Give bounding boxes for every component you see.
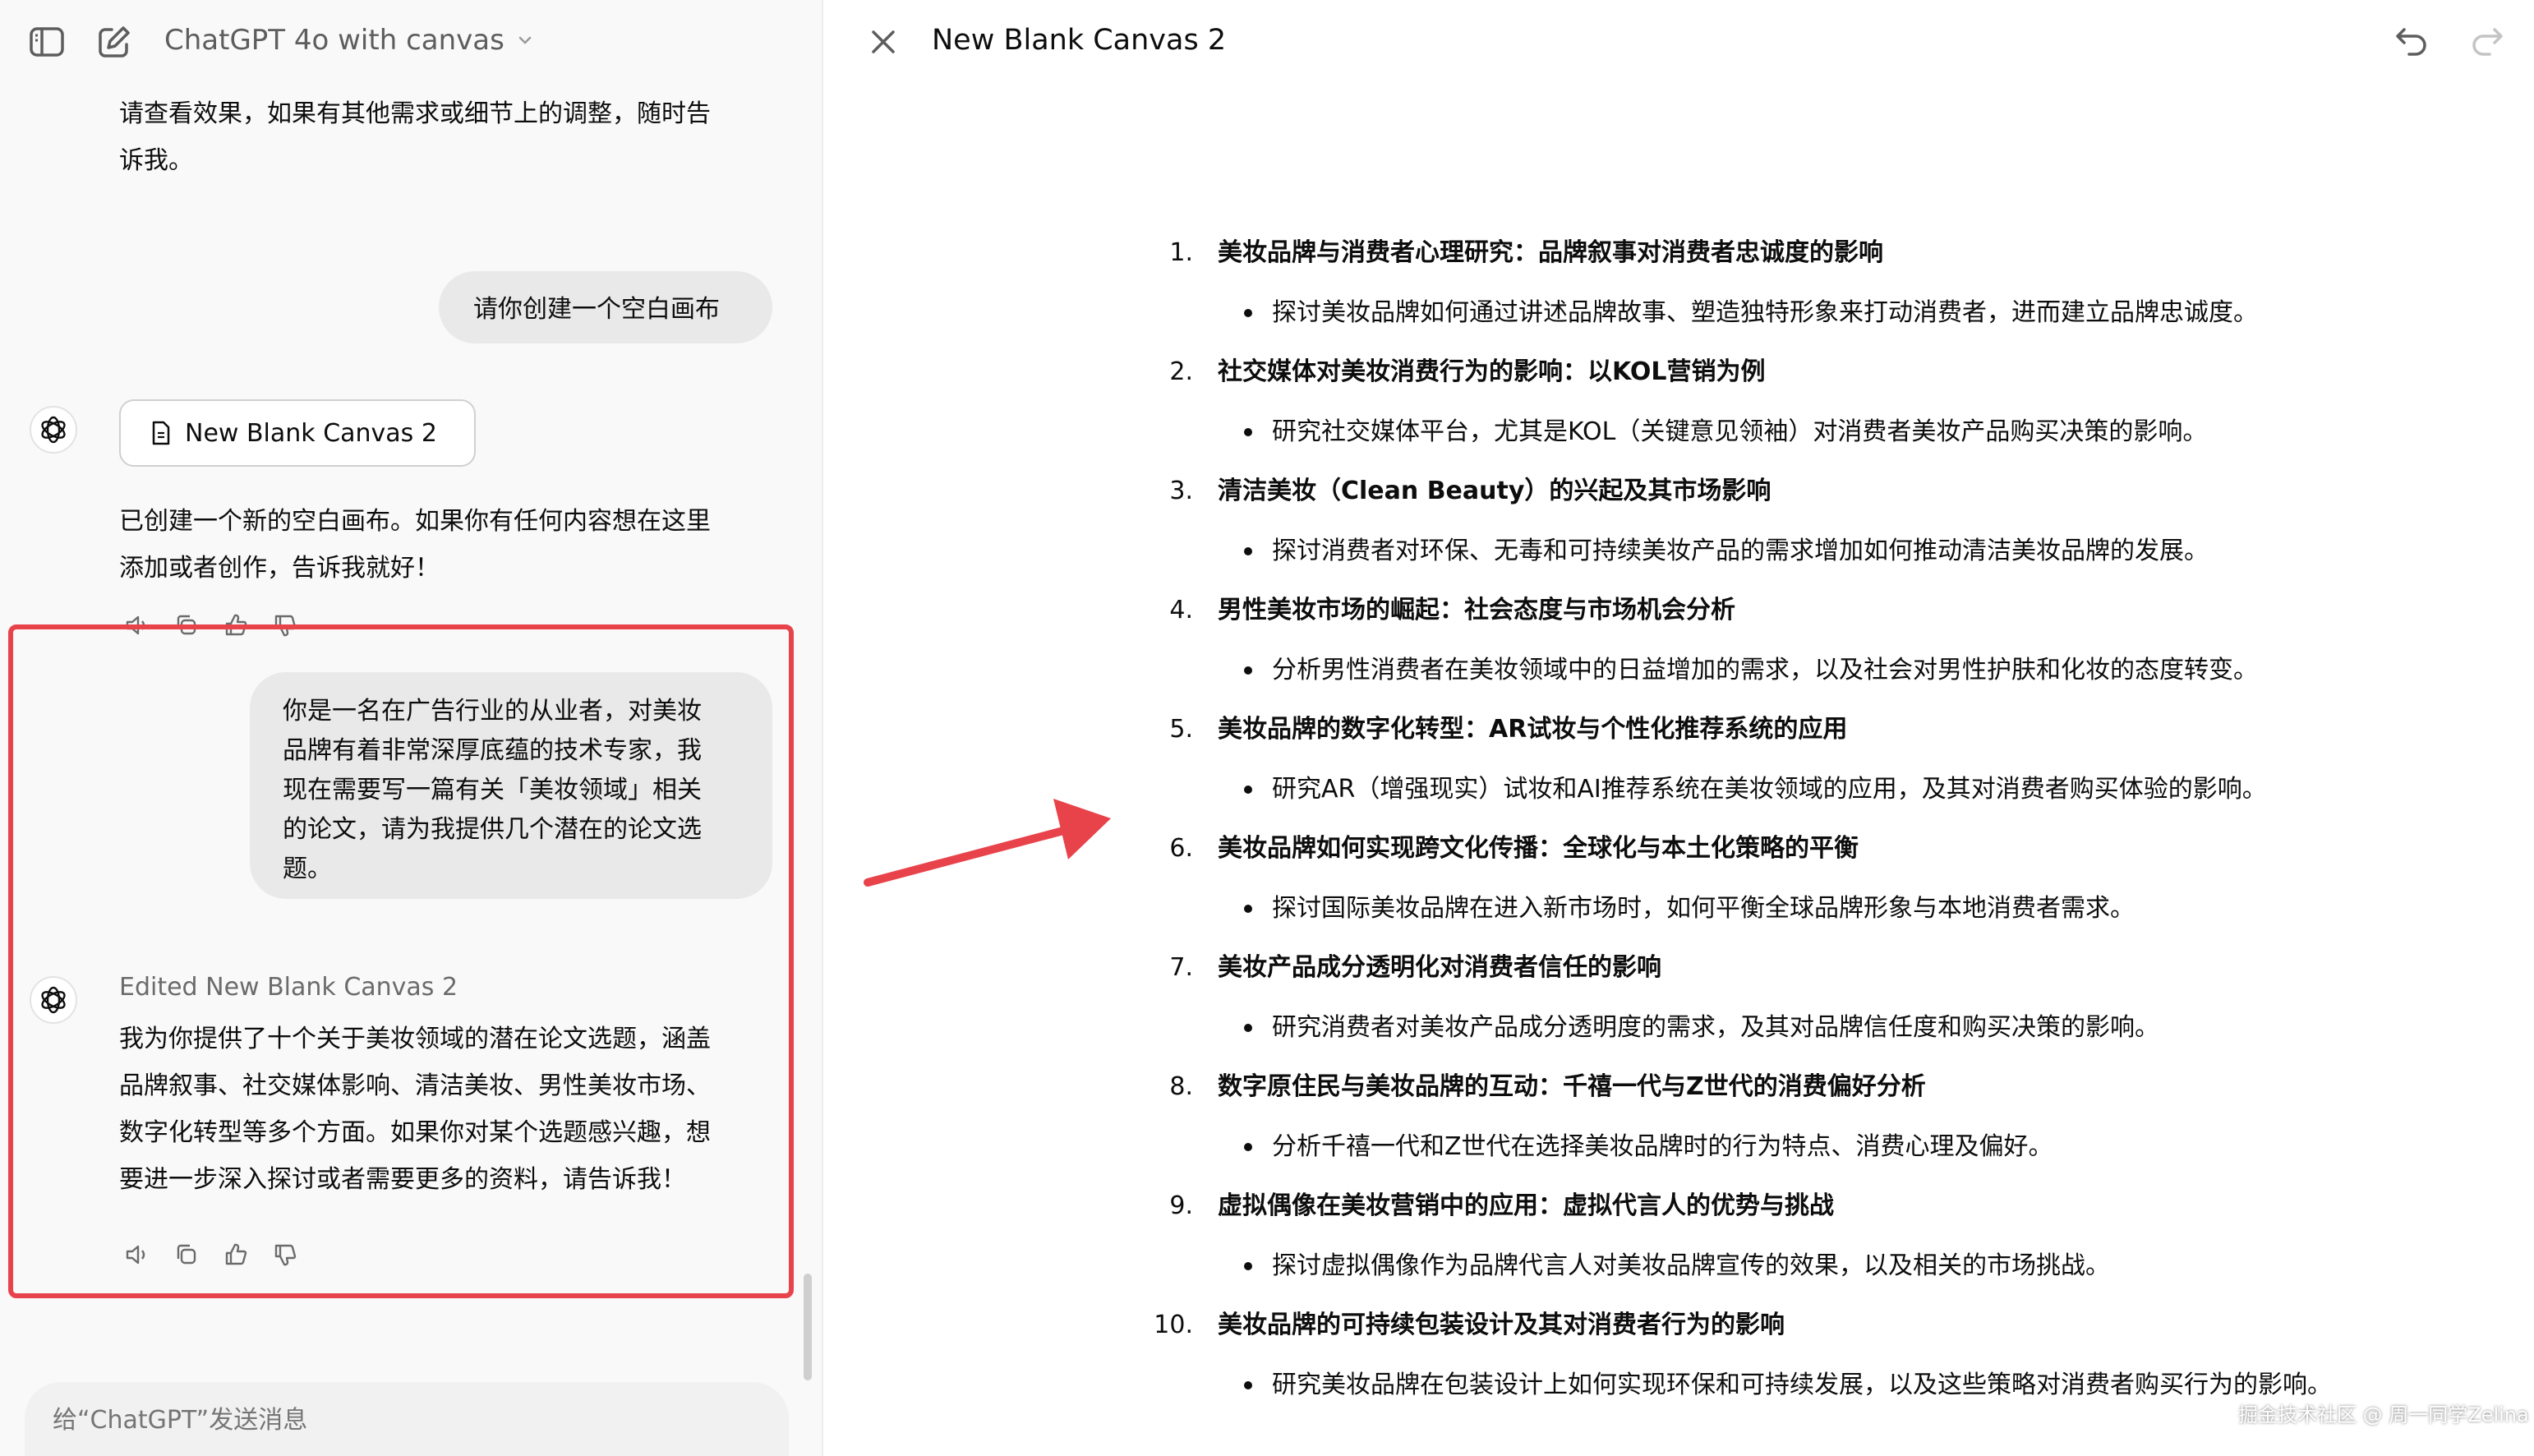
copy-icon[interactable]: [171, 1239, 202, 1270]
undo-icon: [2396, 28, 2426, 56]
topic-number: 7.: [1169, 953, 1193, 982]
topic-title[interactable]: 数字原住民与美妆品牌的互动：千禧一代与Z世代的消费偏好分析: [1218, 1069, 1926, 1105]
topic-description[interactable]: 探讨虚拟偶像作为品牌代言人对美妆品牌宣传的效果，以及相关的市场挑战。: [1272, 1248, 2110, 1284]
topic-description[interactable]: 探讨美妆品牌如何通过讲述品牌故事、塑造独特形象来打动消费者，进而建立品牌忠诚度。: [1272, 295, 2258, 331]
message-line: 已创建一个新的空白画布。如果你有任何内容想在这里: [119, 507, 711, 536]
message-line: 数字化转型等多个方面。如果你对某个选题感兴趣，想: [119, 1118, 711, 1147]
read-aloud-icon[interactable]: [122, 1239, 153, 1270]
topic-number: 8.: [1169, 1072, 1193, 1101]
user-message-text: 请你创建一个空白画布: [473, 295, 720, 324]
bullet-dot: [1244, 428, 1252, 436]
close-canvas-button[interactable]: [864, 23, 902, 61]
assistant-message: 请查看效果，如果有其他需求或细节上的调整，随时告 诉我。: [119, 90, 776, 184]
topic-description[interactable]: 研究美妆品牌在包装设计上如何实现环保和可持续发展，以及这些策略对消费者购买行为的…: [1272, 1367, 2332, 1403]
topic-title[interactable]: 社交媒体对美妆消费行为的影响：以KOL营销为例: [1218, 354, 1766, 390]
message-line: 要进一步深入探讨或者需要更多的资料，请告诉我！: [119, 1165, 686, 1194]
assistant-message: 已创建一个新的空白画布。如果你有任何内容想在这里 添加或者创作，告诉我就好！: [119, 498, 793, 592]
message-line: 诉我。: [119, 146, 193, 175]
chat-scrollbar[interactable]: [804, 1274, 812, 1380]
model-selector[interactable]: ChatGPT 4o with canvas: [164, 21, 534, 59]
topic-title[interactable]: 虚拟偶像在美妆营销中的应用：虚拟代言人的优势与挑战: [1218, 1188, 1834, 1224]
chatgpt-avatar-icon: [30, 976, 77, 1024]
topic-title[interactable]: 美妆产品成分透明化对消费者信任的影响: [1218, 950, 1661, 986]
topic-number: 10.: [1154, 1311, 1193, 1339]
canvas-title: New Blank Canvas 2: [932, 24, 1227, 57]
topic-title[interactable]: 清洁美妆（Clean Beauty）的兴起及其市场影响: [1218, 473, 1771, 509]
message-actions: [122, 1239, 301, 1270]
topic-number: 6.: [1169, 834, 1193, 863]
bullet-dot: [1244, 1381, 1252, 1389]
bullet-dot: [1244, 547, 1252, 555]
undo-button[interactable]: [2393, 21, 2432, 61]
topic-title[interactable]: 美妆品牌与消费者心理研究：品牌叙事对消费者忠诚度的影响: [1218, 235, 1883, 271]
close-icon: [872, 30, 895, 53]
redo-icon: [2472, 28, 2503, 56]
user-message-bubble: 请你创建一个空白画布: [439, 271, 772, 343]
watermark-text: 掘金技术社区 @ 周一同学Zelina: [2238, 1403, 2529, 1426]
topic-title[interactable]: 男性美妆市场的崛起：社会态度与市场机会分析: [1218, 592, 1735, 629]
topic-number: 9.: [1169, 1191, 1193, 1220]
sidebar-toggle-icon[interactable]: [28, 23, 66, 61]
topic-description[interactable]: 研究AR（增强现实）试妆和AI推荐系统在美妆领域的应用，及其对消费者购买体验的影…: [1272, 772, 2267, 808]
topic-description[interactable]: 分析千禧一代和Z世代在选择美妆品牌时的行为特点、消费心理及偏好。: [1272, 1129, 2053, 1165]
message-line: 题。: [283, 855, 332, 883]
bullet-dot: [1244, 1024, 1252, 1032]
message-line: 我为你提供了十个关于美妆领域的潜在论文选题，涵盖: [119, 1025, 711, 1053]
topic-number: 5.: [1169, 715, 1193, 744]
topic-title[interactable]: 美妆品牌的可持续包装设计及其对消费者行为的影响: [1218, 1307, 1785, 1343]
bullet-dot: [1244, 1262, 1252, 1270]
chat-panel: ChatGPT 4o with canvas 请查看效果，如果有其他需求或细节上…: [0, 0, 822, 1456]
bullet-dot: [1244, 905, 1252, 913]
topic-title[interactable]: 美妆品牌的数字化转型：AR试妆与个性化推荐系统的应用: [1218, 712, 1847, 748]
message-line: 添加或者创作，告诉我就好！: [119, 554, 440, 583]
canvas-document-chip[interactable]: New Blank Canvas 2: [119, 399, 476, 467]
bullet-dot: [1244, 666, 1252, 675]
message-line: 你是一名在广告行业的从业者，对美妆: [283, 697, 702, 726]
topic-title[interactable]: 美妆品牌如何实现跨文化传播：全球化与本土化策略的平衡: [1218, 831, 1859, 867]
thumbs-up-icon[interactable]: [220, 1239, 251, 1270]
message-line: 现在需要写一篇有关「美妆领域」相关: [283, 776, 702, 804]
user-message-bubble: 你是一名在广告行业的从业者，对美妆 品牌有着非常深厚底蕴的技术专家，我 现在需要…: [250, 672, 772, 899]
topic-description[interactable]: 探讨消费者对环保、无毒和可持续美妆产品的需求增加如何推动清洁美妆品牌的发展。: [1272, 533, 2209, 569]
new-chat-icon[interactable]: [95, 23, 133, 61]
topic-description[interactable]: 研究消费者对美妆产品成分透明度的需求，及其对品牌信任度和购买决策的影响。: [1272, 1010, 2159, 1046]
message-input[interactable]: [53, 1402, 743, 1440]
edited-canvas-label[interactable]: Edited New Blank Canvas 2: [119, 970, 458, 1006]
topic-description[interactable]: 探讨国际美妆品牌在进入新市场时，如何平衡全球品牌形象与本地消费者需求。: [1272, 891, 2135, 927]
bullet-dot: [1244, 1143, 1252, 1151]
document-icon: [152, 421, 170, 445]
chevron-down-icon: [518, 36, 532, 44]
topic-number: 4.: [1169, 596, 1193, 624]
redo-button[interactable]: [2467, 21, 2506, 61]
topic-number: 1.: [1169, 238, 1193, 267]
topic-description[interactable]: 研究社交媒体平台，尤其是KOL（关键意见领袖）对消费者美妆产品购买决策的影响。: [1272, 414, 2207, 450]
message-line: 品牌有着非常深厚底蕴的技术专家，我: [283, 736, 702, 765]
topic-number: 3.: [1169, 477, 1193, 505]
message-line: 的论文，请为我提供几个潜在的论文选: [283, 815, 702, 844]
bullet-dot: [1244, 309, 1252, 317]
topic-description[interactable]: 分析男性消费者在美妆领域中的日益增加的需求，以及社会对男性护肤和化妆的态度转变。: [1272, 652, 2258, 689]
model-title-text: ChatGPT 4o with canvas: [164, 24, 504, 57]
canvas-chip-label: New Blank Canvas 2: [185, 418, 437, 448]
message-line: 品牌叙事、社交媒体影响、清洁美妆、男性美妆市场、: [119, 1071, 711, 1100]
thumbs-down-icon[interactable]: [270, 1239, 301, 1270]
message-composer[interactable]: [25, 1382, 789, 1456]
assistant-message: 我为你提供了十个关于美妆领域的潜在论文选题，涵盖 品牌叙事、社交媒体影响、清洁美…: [119, 1016, 793, 1203]
bullet-dot: [1244, 786, 1252, 794]
topic-number: 2.: [1169, 357, 1193, 386]
message-line: 请查看效果，如果有其他需求或细节上的调整，随时告: [119, 99, 711, 128]
chatgpt-avatar-icon: [30, 406, 77, 454]
